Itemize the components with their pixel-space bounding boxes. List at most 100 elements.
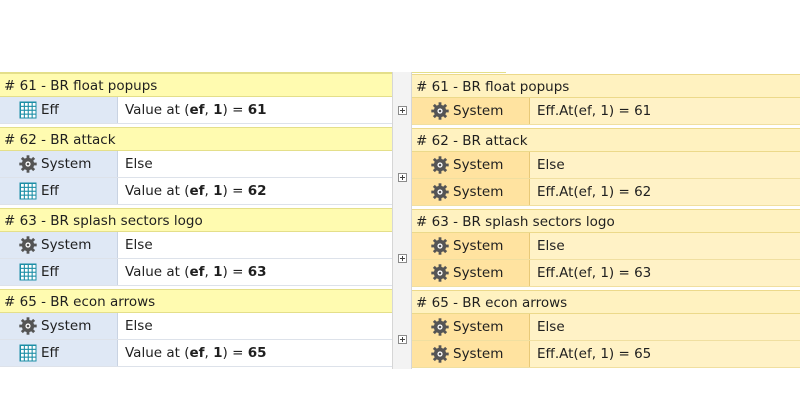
condition-row[interactable]: System Else bbox=[0, 232, 392, 259]
condition-object[interactable]: System bbox=[412, 341, 530, 367]
event-group: # 63 - BR splash sectors logo System Else S… bbox=[412, 209, 800, 287]
condition-text-part: ) = bbox=[222, 264, 248, 280]
condition-text-part: , bbox=[204, 102, 214, 118]
condition-row[interactable]: Eff Value at (ef, 1) = 61 bbox=[0, 97, 392, 124]
condition-text[interactable]: Else bbox=[530, 314, 800, 340]
event-group: # 62 - BR attack System Else System Eff.At(e… bbox=[412, 128, 800, 206]
condition-text-part: Eff.At(ef, 1) = 62 bbox=[537, 184, 652, 200]
condition-text[interactable]: Else bbox=[118, 313, 392, 339]
condition-row[interactable]: System Else bbox=[412, 233, 800, 260]
condition-text[interactable]: Eff.At(ef, 1) = 63 bbox=[530, 260, 800, 286]
grid-icon bbox=[18, 181, 38, 201]
condition-text-part: Eff.At(ef, 1) = 61 bbox=[537, 103, 652, 119]
condition-text-part: Else bbox=[125, 318, 153, 334]
object-name: Eff bbox=[41, 183, 59, 199]
condition-text-part: , bbox=[204, 183, 214, 199]
gear-icon bbox=[430, 263, 450, 283]
group-header[interactable]: # 63 - BR splash sectors logo bbox=[412, 209, 800, 233]
condition-row[interactable]: Eff Value at (ef, 1) = 65 bbox=[0, 340, 392, 367]
condition-text-part: , bbox=[204, 345, 214, 361]
condition-text[interactable]: Value at (ef, 1) = 63 bbox=[118, 259, 392, 285]
condition-row[interactable]: Eff Value at (ef, 1) = 62 bbox=[0, 178, 392, 205]
condition-text-part: 1 bbox=[213, 264, 223, 280]
event-group: # 65 - BR econ arrows System Else Eff Value … bbox=[0, 289, 392, 367]
gear-icon bbox=[430, 155, 450, 175]
object-name: Eff bbox=[41, 264, 59, 280]
condition-text-part: 63 bbox=[247, 264, 267, 280]
event-group: # 65 - BR econ arrows System Else System Eff… bbox=[412, 290, 800, 368]
condition-row[interactable]: System Eff.At(ef, 1) = 62 bbox=[412, 179, 800, 206]
object-name: System bbox=[453, 265, 504, 281]
condition-row[interactable]: System Eff.At(ef, 1) = 61 bbox=[412, 98, 800, 125]
condition-text-part: Value at ( bbox=[125, 345, 190, 361]
object-name: System bbox=[41, 237, 92, 253]
gear-icon bbox=[18, 235, 38, 255]
gear-icon bbox=[430, 317, 450, 337]
condition-object[interactable]: System bbox=[0, 151, 118, 177]
condition-object[interactable]: Eff bbox=[0, 97, 118, 123]
condition-row[interactable]: Eff Value at (ef, 1) = 63 bbox=[0, 259, 392, 286]
object-name: System bbox=[453, 103, 504, 119]
condition-object[interactable]: System bbox=[0, 313, 118, 339]
condition-text[interactable]: Else bbox=[530, 233, 800, 259]
condition-row[interactable]: System Else bbox=[0, 313, 392, 340]
condition-text-part: Value at ( bbox=[125, 264, 190, 280]
expand-toggle[interactable] bbox=[398, 106, 407, 115]
condition-object[interactable]: System bbox=[412, 152, 530, 178]
group-header[interactable]: # 62 - BR attack bbox=[0, 127, 392, 151]
condition-object[interactable]: System bbox=[412, 260, 530, 286]
condition-row[interactable]: System Eff.At(ef, 1) = 63 bbox=[412, 260, 800, 287]
condition-object[interactable]: Eff bbox=[0, 178, 118, 204]
condition-text-part: 1 bbox=[213, 102, 223, 118]
condition-text[interactable]: Else bbox=[530, 152, 800, 178]
object-name: Eff bbox=[41, 102, 59, 118]
event-group: # 63 - BR splash sectors logo System Else E… bbox=[0, 208, 392, 286]
group-header[interactable]: # 65 - BR econ arrows bbox=[0, 289, 392, 313]
gear-icon bbox=[430, 182, 450, 202]
condition-text-part: 62 bbox=[247, 183, 267, 199]
condition-text[interactable]: Value at (ef, 1) = 62 bbox=[118, 178, 392, 204]
grid-icon bbox=[18, 100, 38, 120]
group-header[interactable]: # 61 - BR float popups bbox=[412, 74, 800, 98]
group-header[interactable]: # 65 - BR econ arrows bbox=[412, 290, 800, 314]
event-group: # 62 - BR attack System Else Eff Value at (e… bbox=[0, 127, 392, 205]
condition-text-part: ) = bbox=[222, 183, 248, 199]
group-header[interactable]: # 63 - BR splash sectors logo bbox=[0, 208, 392, 232]
condition-text[interactable]: Eff.At(ef, 1) = 65 bbox=[530, 341, 800, 367]
expand-toggle[interactable] bbox=[398, 254, 407, 263]
condition-row[interactable]: System Else bbox=[412, 152, 800, 179]
group-header[interactable]: # 62 - BR attack bbox=[412, 128, 800, 152]
condition-object[interactable]: Eff bbox=[0, 340, 118, 366]
condition-row[interactable]: System Eff.At(ef, 1) = 65 bbox=[412, 341, 800, 368]
condition-text[interactable]: Value at (ef, 1) = 65 bbox=[118, 340, 392, 366]
object-name: Eff bbox=[41, 345, 59, 361]
condition-text-part: Else bbox=[537, 157, 565, 173]
condition-text[interactable]: Value at (ef, 1) = 61 bbox=[118, 97, 392, 123]
condition-object[interactable]: Eff bbox=[0, 259, 118, 285]
expand-toggle[interactable] bbox=[398, 335, 407, 344]
object-name: System bbox=[453, 346, 504, 362]
condition-text-part: ) = bbox=[222, 102, 248, 118]
condition-text[interactable]: Else bbox=[118, 151, 392, 177]
condition-text[interactable]: Eff.At(ef, 1) = 62 bbox=[530, 179, 800, 205]
condition-object[interactable]: System bbox=[412, 233, 530, 259]
gear-icon bbox=[18, 154, 38, 174]
condition-row[interactable]: System Else bbox=[0, 151, 392, 178]
object-name: System bbox=[453, 319, 504, 335]
condition-text[interactable]: Eff.At(ef, 1) = 61 bbox=[530, 98, 800, 124]
group-header[interactable]: # 61 - BR float popups bbox=[0, 73, 392, 97]
gear-icon bbox=[18, 316, 38, 336]
condition-object[interactable]: System bbox=[0, 232, 118, 258]
condition-text-part: , bbox=[204, 264, 214, 280]
expand-toggle[interactable] bbox=[398, 173, 407, 182]
condition-text-part: Else bbox=[537, 238, 565, 254]
condition-text-part: Else bbox=[125, 237, 153, 253]
object-name: System bbox=[41, 156, 92, 172]
condition-object[interactable]: System bbox=[412, 314, 530, 340]
condition-text-part: ef bbox=[189, 102, 205, 118]
condition-text[interactable]: Else bbox=[118, 232, 392, 258]
condition-object[interactable]: System bbox=[412, 98, 530, 124]
condition-row[interactable]: System Else bbox=[412, 314, 800, 341]
event-group: # 61 - BR float popups Eff Value at (ef, 1… bbox=[0, 73, 392, 124]
condition-object[interactable]: System bbox=[412, 179, 530, 205]
